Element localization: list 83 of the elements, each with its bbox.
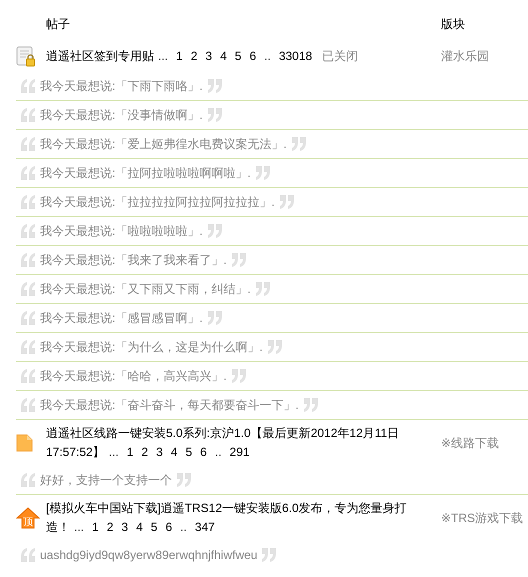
page-ellipsis: ...: [74, 520, 84, 534]
reply-quote: 我今天最想说:「没事情做啊」.: [40, 106, 203, 124]
page-link[interactable]: 5: [185, 445, 192, 459]
forum-name[interactable]: 灌水乐园: [441, 48, 489, 64]
reply-quote: 我今天最想说:「啦啦啦啦啦」.: [40, 222, 203, 240]
thread-title[interactable]: 逍遥社区签到专用贴: [46, 48, 154, 62]
close-quote-icon: [261, 548, 278, 562]
open-quote-icon: [20, 473, 36, 487]
page-link[interactable]: 1: [176, 48, 183, 62]
page-link[interactable]: 3: [205, 48, 212, 62]
page-link[interactable]: 1: [126, 445, 134, 459]
open-quote-icon: [20, 340, 36, 354]
thread-title[interactable]: 造！: [46, 520, 70, 534]
reply-quote: 我今天最想说:「下雨下雨咯」.: [40, 78, 203, 94]
column-header: 帖子: [45, 16, 71, 32]
close-quote-icon: [230, 369, 247, 383]
close-quote-icon: [206, 224, 223, 238]
page-link[interactable]: 347: [194, 520, 215, 534]
close-quote-icon: [206, 311, 223, 325]
forum-name[interactable]: ※线路下载: [441, 434, 500, 452]
page-link[interactable]: 2: [106, 520, 114, 534]
page-link[interactable]: 6: [200, 445, 207, 459]
reply-quote: 我今天最想说:「哈哈，高兴高兴」.: [40, 368, 227, 384]
thread-status: 已关闭: [322, 48, 358, 62]
page-link[interactable]: 3: [156, 445, 163, 459]
reply-quote: 我今天最想说:「爱上姬弗徨水电费议案无法」.: [40, 136, 287, 152]
thread-title[interactable]: [模拟火车中国站下载]逍遥TRS12一键安装版6.0发布，专为您量身打: [46, 501, 407, 515]
reply-quote: 我今天最想说:「奋斗奋斗，每天都要奋斗一下」.: [40, 396, 299, 414]
page-link[interactable]: 5: [150, 520, 158, 534]
pin-top-icon: 顶: [16, 507, 40, 529]
reply-quote: 我今天最想说:「拉拉拉拉阿拉拉阿拉拉拉」.: [40, 194, 275, 210]
page-link[interactable]: 4: [170, 445, 178, 459]
document-icon: [16, 434, 33, 452]
close-quote-icon: [290, 137, 307, 151]
locked-document-icon: [16, 46, 36, 66]
page-link[interactable]: 4: [220, 48, 227, 62]
open-quote-icon: [20, 195, 36, 209]
close-quote-icon: [302, 398, 319, 412]
reply-quote: 我今天最想说:「拉阿拉啦啦啦啊啊啦」.: [40, 164, 251, 182]
open-quote-icon: [20, 108, 36, 122]
thread-title[interactable]: 逍遥社区线路一键安装5.0系列:京沪1.0【最后更新2012年12月11日: [46, 426, 400, 440]
page-ellipsis: ..: [180, 520, 187, 534]
page-link[interactable]: 6: [249, 48, 256, 62]
open-quote-icon: [20, 166, 36, 180]
close-quote-icon: [254, 166, 271, 180]
reply-quote: 我今天最想说:「又下雨又下雨，纠结」.: [40, 280, 251, 298]
page-link[interactable]: 1: [92, 520, 99, 534]
page-link[interactable]: 5: [234, 48, 242, 62]
close-quote-icon: [230, 253, 247, 267]
page-link[interactable]: 2: [190, 48, 198, 62]
open-quote-icon: [20, 79, 36, 93]
open-quote-icon: [20, 398, 36, 412]
open-quote-icon: [20, 369, 36, 383]
column-header: 版块: [441, 16, 465, 32]
open-quote-icon: [20, 224, 36, 238]
page-ellipsis: ..: [264, 48, 271, 62]
page-ellipsis: ...: [158, 48, 168, 62]
thread-title[interactable]: 17:57:52】: [46, 445, 105, 459]
close-quote-icon: [254, 282, 271, 296]
close-quote-icon: [266, 340, 283, 354]
forum-name[interactable]: ※TRS游戏下载: [441, 510, 524, 526]
page-ellipsis: ..: [214, 445, 222, 459]
page-link[interactable]: 291: [230, 445, 250, 459]
page-link[interactable]: 4: [136, 520, 143, 534]
close-quote-icon: [176, 473, 192, 487]
reply-quote: 我今天最想说:「为什么，这是为什么啊」.: [40, 338, 263, 356]
page-link[interactable]: 6: [165, 520, 172, 534]
reply-quote: uashdg9iyd9qw8yerw89erwqhnjfhiwfweu: [40, 548, 258, 562]
page-link[interactable]: 2: [141, 445, 148, 459]
close-quote-icon: [206, 108, 223, 122]
page-link[interactable]: 33018: [278, 48, 312, 62]
reply-quote: 我今天最想说:「感冒感冒啊」.: [40, 310, 203, 326]
open-quote-icon: [20, 282, 36, 296]
open-quote-icon: [20, 311, 36, 325]
open-quote-icon: [20, 253, 36, 267]
close-quote-icon: [206, 79, 223, 93]
page-ellipsis: ...: [108, 445, 119, 459]
page-link[interactable]: 3: [121, 520, 128, 534]
open-quote-icon: [20, 137, 36, 151]
close-quote-icon: [278, 195, 295, 209]
open-quote-icon: [20, 548, 36, 562]
reply-quote: 我今天最想说:「我来了我来看了」.: [40, 252, 227, 268]
reply-quote: 好好，支持一个支持一个: [40, 472, 172, 488]
